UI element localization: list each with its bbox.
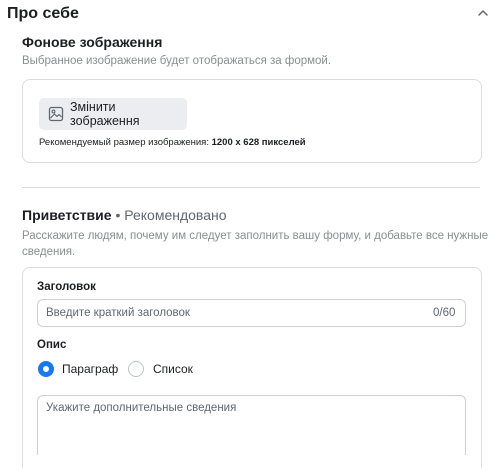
header-placeholder: Введите краткий заголовок — [46, 307, 190, 319]
section-divider — [22, 187, 480, 188]
greeting-heading: Приветствие • Рекомендовано — [22, 207, 227, 223]
recommended-size-text: Рекомендуемый размер изображения: 1200 x… — [39, 137, 306, 148]
header-label: Заголовок — [37, 281, 96, 293]
description-label: Опис — [37, 339, 67, 351]
details-placeholder: Укажите дополнительные сведения — [46, 402, 237, 414]
greeting-description-line-1: Расскажите людям, почему им следует запо… — [22, 230, 489, 242]
list-radio[interactable] — [128, 361, 144, 377]
paragraph-radio[interactable] — [38, 361, 54, 377]
list-radio-label[interactable]: Список — [153, 362, 193, 376]
background-subtitle: Выбранное изображение будет отображаться… — [22, 55, 332, 67]
image-icon — [48, 106, 64, 122]
recommended-size-value: 1200 x 628 пикселей — [211, 137, 306, 148]
header-char-counter: 0/60 — [433, 307, 456, 319]
change-image-label: Змінити зображення — [70, 100, 140, 128]
change-image-button[interactable]: Змінити зображення — [39, 98, 187, 130]
recommended-size-label: Рекомендуемый размер изображения: — [39, 137, 209, 148]
section-title: Про себе — [7, 5, 79, 22]
chevron-up-icon[interactable] — [476, 6, 490, 20]
background-title: Фонове зображення — [22, 34, 163, 50]
paragraph-radio-label[interactable]: Параграф — [62, 362, 118, 376]
recommended-badge: Рекомендовано — [124, 207, 227, 223]
greeting-description: Расскажите людям, почему им следует запо… — [22, 228, 492, 260]
greeting-description-line-2: сведения. — [22, 246, 76, 258]
greeting-title: Приветствие — [22, 207, 112, 223]
greeting-separator: • — [111, 207, 125, 223]
